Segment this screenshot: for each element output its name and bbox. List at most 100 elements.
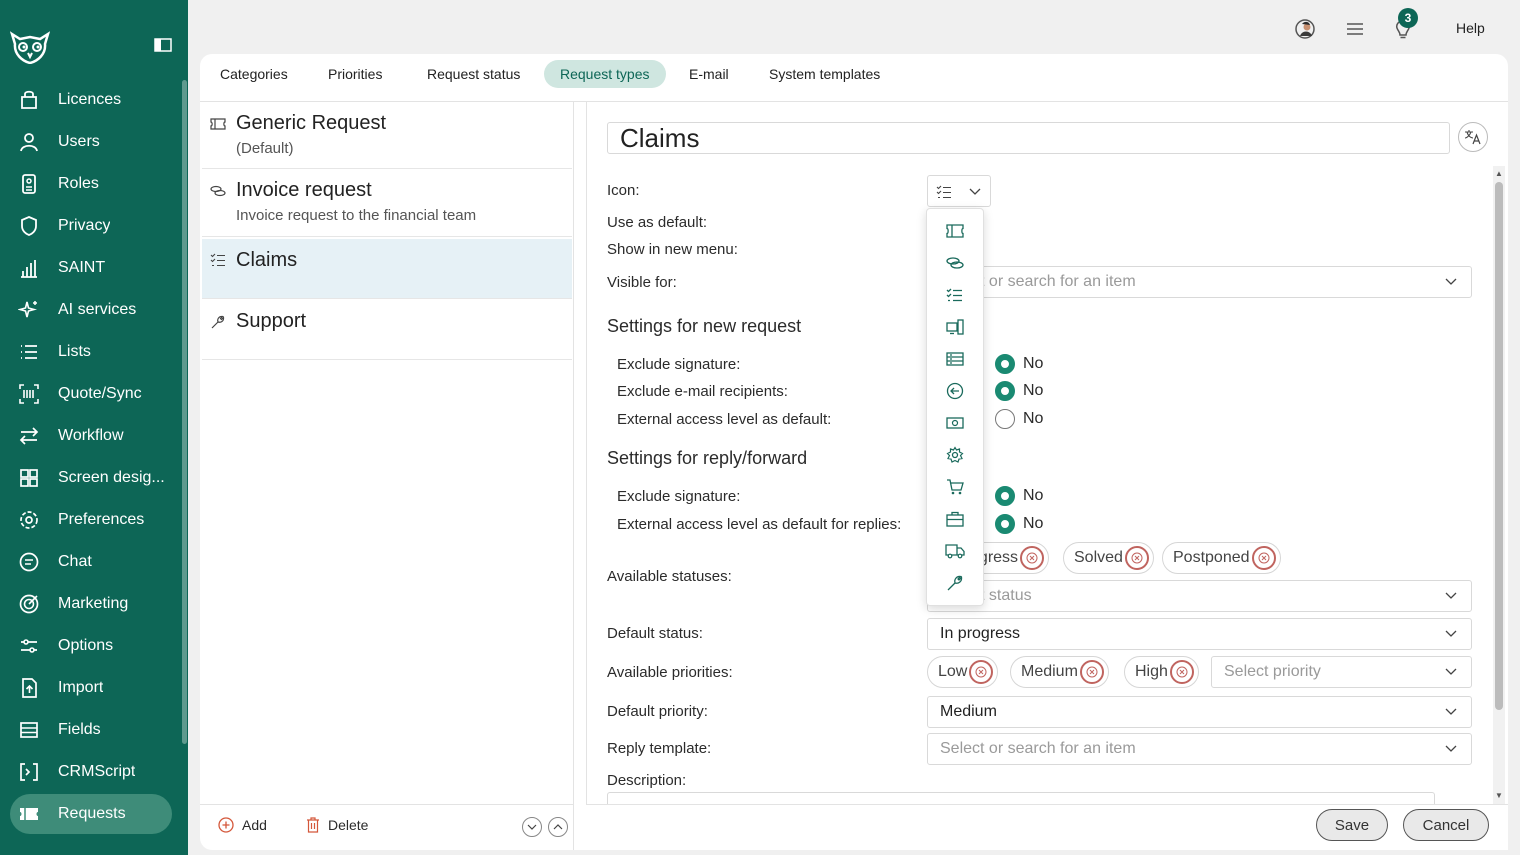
priority-chip-high: High <box>1124 656 1199 688</box>
list-item[interactable]: Generic Request (Default) <box>202 102 572 169</box>
move-up-button[interactable] <box>548 817 568 837</box>
money-icon[interactable] <box>944 412 966 434</box>
sidebar-item-licences[interactable]: Licences <box>10 80 172 120</box>
default-status-select[interactable]: In progress <box>927 618 1472 650</box>
remove-chip-icon[interactable] <box>1124 546 1149 570</box>
reply-exclude-signature-radio[interactable]: No <box>995 486 1043 506</box>
tab-request-types[interactable]: Request types <box>544 60 666 88</box>
chevron-down-icon <box>1445 630 1457 637</box>
arrow-left-circle-icon[interactable] <box>944 380 966 402</box>
sidebar-item-crmscript[interactable]: CRMScript <box>10 752 172 792</box>
reply-template-select[interactable]: Select or search for an item <box>927 733 1472 765</box>
external-access-default-radio[interactable]: No <box>995 409 1043 429</box>
translate-button[interactable] <box>1458 122 1488 152</box>
chevron-down-icon <box>1445 278 1457 285</box>
description-input[interactable] <box>607 792 1435 804</box>
exclude-email-recipients-label: Exclude e-mail recipients: <box>617 383 788 400</box>
sidebar-item-roles[interactable]: Roles <box>10 164 172 204</box>
menu-icon[interactable] <box>1344 18 1366 40</box>
cancel-button[interactable]: Cancel <box>1403 809 1489 841</box>
reply-exclude-signature-label: Exclude signature: <box>617 488 741 505</box>
gear-icon <box>18 509 40 531</box>
list-item[interactable]: Invoice request Invoice request to the f… <box>202 169 572 237</box>
sidebar-item-quote-sync[interactable]: Quote/Sync <box>10 374 172 414</box>
status-chip-postponed: Postponed <box>1162 542 1281 574</box>
list-item[interactable]: Support <box>202 300 572 360</box>
exclude-email-recipients-radio[interactable]: No <box>995 381 1043 401</box>
exclude-signature-radio[interactable]: No <box>995 354 1043 374</box>
move-down-button[interactable] <box>522 817 542 837</box>
default-priority-label: Default priority: <box>607 703 708 720</box>
scrollbar-thumb[interactable] <box>1495 182 1503 710</box>
gear-icon[interactable] <box>944 444 966 466</box>
sidebar-item-ai-services[interactable]: AI services <box>10 290 172 330</box>
devices-icon[interactable] <box>944 316 966 338</box>
truck-icon[interactable] <box>944 540 966 562</box>
visible-for-select[interactable]: Select or search for an item <box>927 266 1472 298</box>
sidebar-item-import[interactable]: Import <box>10 668 172 708</box>
cart-icon[interactable] <box>944 476 966 498</box>
sidebar-item-users[interactable]: Users <box>10 122 172 162</box>
checklist-icon <box>210 252 226 268</box>
scroll-up-arrow[interactable]: ▲ <box>1495 170 1503 178</box>
sidebar-scrollbar[interactable] <box>182 80 187 744</box>
sidebar-item-requests[interactable]: Requests <box>10 794 172 834</box>
bag-icon <box>18 89 40 111</box>
add-button[interactable]: Add <box>218 817 267 833</box>
sidebar-item-saint[interactable]: SAINT <box>10 248 172 288</box>
radio-checked <box>995 354 1015 374</box>
scroll-down-arrow[interactable]: ▼ <box>1495 792 1503 800</box>
ticket-icon <box>18 803 40 825</box>
checklist-icon[interactable] <box>944 284 966 306</box>
priority-chip-low: Low <box>927 656 999 688</box>
sidebar-item-workflow[interactable]: Workflow <box>10 416 172 456</box>
reply-external-access-radio[interactable]: No <box>995 514 1043 534</box>
tab-email[interactable]: E-mail <box>673 60 745 88</box>
sidebar-item-chat[interactable]: Chat <box>10 542 172 582</box>
sidebar-item-lists[interactable]: Lists <box>10 332 172 372</box>
sidebar-item-preferences[interactable]: Preferences <box>10 500 172 540</box>
briefcase-icon[interactable] <box>944 508 966 530</box>
reply-external-access-label: External access level as default for rep… <box>617 516 902 533</box>
grid-icon <box>18 467 40 489</box>
tab-system-templates[interactable]: System templates <box>753 60 896 88</box>
remove-chip-icon[interactable] <box>1079 660 1104 684</box>
sidebar-item-marketing[interactable]: Marketing <box>10 584 172 624</box>
request-type-title: Support <box>236 310 307 332</box>
ticket-icon[interactable] <box>944 220 966 242</box>
request-type-name-input[interactable]: Claims <box>607 122 1450 154</box>
coins-icon[interactable] <box>944 252 966 274</box>
remove-chip-icon[interactable] <box>1169 660 1194 684</box>
save-button[interactable]: Save <box>1316 809 1388 841</box>
collapse-sidebar-icon[interactable] <box>154 38 172 52</box>
sidebar-item-options[interactable]: Options <box>10 626 172 666</box>
sidebar-item-label: Options <box>58 637 114 654</box>
list-item-selected[interactable]: Claims <box>202 239 572 299</box>
owl-logo-icon[interactable] <box>10 30 50 64</box>
wrench-icon[interactable] <box>944 572 966 594</box>
request-type-form: Claims ▲ ▼ Icon: Use as default: Show in… <box>586 102 1508 850</box>
sidebar-item-screen-desig[interactable]: Screen desig... <box>10 458 172 498</box>
remove-chip-icon[interactable] <box>1020 546 1045 570</box>
server-icon[interactable] <box>944 348 966 370</box>
chip-label: Postponed <box>1173 549 1250 566</box>
priority-select[interactable]: Select priority <box>1211 656 1472 688</box>
notification-badge[interactable]: 3 <box>1398 8 1418 28</box>
tab-categories[interactable]: Categories <box>204 60 304 88</box>
remove-chip-icon[interactable] <box>1251 546 1276 570</box>
help-link[interactable]: Help <box>1456 20 1485 36</box>
sidebar-item-fields[interactable]: Fields <box>10 710 172 750</box>
status-select[interactable]: Select status <box>927 580 1472 612</box>
target-icon <box>18 593 40 615</box>
priority-placeholder: Select priority <box>1224 663 1321 680</box>
remove-chip-icon[interactable] <box>969 660 994 684</box>
sidebar-item-privacy[interactable]: Privacy <box>10 206 172 246</box>
default-priority-select[interactable]: Medium <box>927 696 1472 728</box>
delete-button[interactable]: Delete <box>306 817 368 833</box>
form-scrollbar[interactable]: ▲ ▼ <box>1493 166 1505 806</box>
sidebar-item-label: SAINT <box>58 259 106 276</box>
avatar-icon[interactable] <box>1294 18 1316 40</box>
tab-priorities[interactable]: Priorities <box>312 60 398 88</box>
icon-picker[interactable] <box>927 175 991 207</box>
tab-request-status[interactable]: Request status <box>411 60 536 88</box>
